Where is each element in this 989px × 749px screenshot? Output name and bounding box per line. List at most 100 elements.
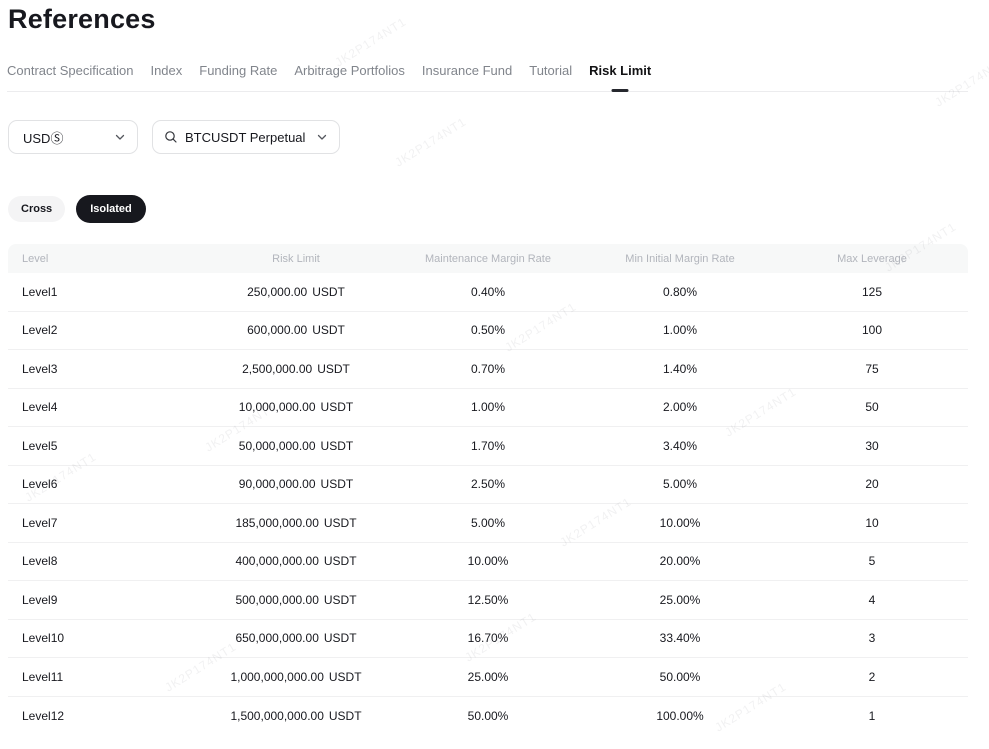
table-row: Level410,000,000.00USDT1.00%2.00%50	[8, 389, 968, 428]
cell-risk-limit: 90,000,000.00USDT	[200, 477, 392, 491]
cell-level: Level5	[8, 439, 200, 453]
risk-limit-table: Level Risk Limit Maintenance Margin Rate…	[8, 244, 968, 735]
cell-max-leverage: 125	[776, 285, 968, 299]
tab-risk-limit[interactable]: Risk Limit	[589, 59, 651, 91]
table-row: Level12 1,500,000,000.00 USDT 50.00%100.00%…	[8, 697, 968, 736]
cell-max-leverage: 5	[776, 554, 968, 568]
risk-limit-currency: USDT	[312, 285, 345, 299]
cell-maintenance-margin-rate: 0.70%	[392, 362, 584, 376]
cell-maintenance-margin-rate: 5.00%	[392, 516, 584, 530]
cell-level: Level7	[8, 516, 200, 530]
cell-level: Level3	[8, 362, 200, 376]
tab-bar: Contract Specification Index Funding Rat…	[7, 59, 968, 92]
cell-risk-limit: 1,000,000,000.00USDT	[200, 670, 392, 684]
cell-min-initial-margin-rate: 20.00%	[584, 554, 776, 568]
tab-index[interactable]: Index	[150, 59, 182, 91]
coin-type-select[interactable]: USDⓈ	[8, 120, 138, 154]
risk-limit-currency: USDT	[329, 709, 362, 723]
table-row: Level7 185,000,000.00 USDT 5.00%10.00%10	[8, 504, 968, 543]
risk-limit-amount: 250,000.00	[247, 285, 307, 299]
cell-max-leverage: 4	[776, 593, 968, 607]
cell-risk-limit: 185,000,000.00 USDT	[200, 516, 392, 530]
cell-maintenance-margin-rate: 50.00%	[392, 709, 584, 723]
risk-limit-amount: 1,500,000,000.00	[230, 709, 323, 723]
risk-limit-currency: USDT	[324, 516, 357, 530]
search-icon	[164, 130, 178, 144]
cell-min-initial-margin-rate: 1.40%	[584, 362, 776, 376]
cell-level: Level11	[8, 670, 200, 684]
cell-risk-limit: 500,000,000.00USDT	[200, 593, 392, 607]
risk-limit-amount: 185,000,000.00	[235, 516, 318, 530]
tab-arbitrage-portfolios[interactable]: Arbitrage Portfolios	[294, 59, 405, 91]
cell-risk-limit: 10,000,000.00 USDT	[200, 400, 392, 414]
cell-level: Level6	[8, 477, 200, 491]
table-row: Level3 2,500,000.00 USDT 0.70%1.40%75	[8, 350, 968, 389]
risk-limit-currency: USDT	[321, 439, 354, 453]
cell-risk-limit: 50,000,000.00 USDT	[200, 439, 392, 453]
cell-min-initial-margin-rate: 0.80%	[584, 285, 776, 299]
risk-limit-currency: USDT	[317, 362, 350, 376]
cell-max-leverage: 3	[776, 631, 968, 645]
risk-limit-currency: USDT	[321, 477, 354, 491]
table-row: Level111,000,000,000.00USDT25.00%50.00%2	[8, 658, 968, 697]
tab-contract-specification[interactable]: Contract Specification	[7, 59, 133, 91]
cell-min-initial-margin-rate: 33.40%	[584, 631, 776, 645]
cell-risk-limit: 250,000.00 USDT	[200, 285, 392, 299]
tab-insurance-fund[interactable]: Insurance Fund	[422, 59, 512, 91]
cell-maintenance-margin-rate: 1.00%	[392, 400, 584, 414]
column-header-risk-limit: Risk Limit	[200, 253, 392, 265]
cell-maintenance-margin-rate: 0.40%	[392, 285, 584, 299]
table-body: Level1250,000.00USDT0.40%0.80%125Level26…	[8, 273, 968, 735]
cell-level: Level4	[8, 400, 200, 414]
table-row: Level8400,000,000.00USDT10.00%20.00%5	[8, 543, 968, 582]
cell-maintenance-margin-rate: 16.70%	[392, 631, 584, 645]
risk-limit-amount: 2,500,000.00	[242, 362, 312, 376]
cell-max-leverage: 2	[776, 670, 968, 684]
cell-min-initial-margin-rate: 10.00%	[584, 516, 776, 530]
chevron-down-icon	[317, 132, 327, 142]
table-row: Level1 250,000.00 USDT 0.40%0.80%125	[8, 273, 968, 312]
column-header-level: Level	[8, 253, 200, 265]
references-page: JK2P174NT1JK2P174NT1JK2P174NT1JK2P174NT1…	[0, 0, 989, 749]
chevron-down-icon	[115, 132, 125, 142]
risk-limit-amount: 600,000.00	[247, 323, 307, 337]
cell-min-initial-margin-rate: 2.00%	[584, 400, 776, 414]
cell-max-leverage: 100	[776, 323, 968, 337]
filter-row: USDⓈ BTCUSDT Perpetual	[8, 120, 989, 154]
cell-min-initial-margin-rate: 25.00%	[584, 593, 776, 607]
cell-level: Level12	[8, 709, 200, 723]
table-row: Level10650,000,000.00USDT16.70%33.40%3	[8, 620, 968, 659]
coin-type-value: USDⓈ	[23, 128, 115, 147]
risk-limit-amount: 400,000,000.00	[235, 554, 318, 568]
cell-maintenance-margin-rate: 2.50%	[392, 477, 584, 491]
cell-max-leverage: 75	[776, 362, 968, 376]
cell-min-initial-margin-rate: 100.00%	[584, 709, 776, 723]
table-row: Level9500,000,000.00USDT12.50%25.00%4	[8, 581, 968, 620]
cell-max-leverage: 30	[776, 439, 968, 453]
risk-limit-amount: 10,000,000.00	[239, 400, 316, 414]
tab-funding-rate[interactable]: Funding Rate	[199, 59, 277, 91]
cell-max-leverage: 1	[776, 709, 968, 723]
cell-level: Level1	[8, 285, 200, 299]
cell-risk-limit: 1,500,000,000.00 USDT	[200, 709, 392, 723]
tab-tutorial[interactable]: Tutorial	[529, 59, 572, 91]
risk-limit-currency: USDT	[321, 400, 354, 414]
isolated-button[interactable]: Isolated	[76, 195, 146, 223]
cell-min-initial-margin-rate: 5.00%	[584, 477, 776, 491]
table-header: Level Risk Limit Maintenance Margin Rate…	[8, 244, 968, 273]
contract-select[interactable]: BTCUSDT Perpetual	[152, 120, 340, 154]
column-header-min-initial-margin-rate: Min Initial Margin Rate	[584, 253, 776, 265]
cell-max-leverage: 10	[776, 516, 968, 530]
cell-level: Level8	[8, 554, 200, 568]
page-title: References	[0, 0, 989, 35]
cell-level: Level10	[8, 631, 200, 645]
cell-min-initial-margin-rate: 50.00%	[584, 670, 776, 684]
risk-limit-amount: 500,000,000.00	[235, 593, 318, 607]
cell-risk-limit: 2,500,000.00 USDT	[200, 362, 392, 376]
risk-limit-currency: USDT	[324, 554, 357, 568]
cross-button[interactable]: Cross	[8, 196, 65, 222]
cell-level: Level2	[8, 323, 200, 337]
cell-max-leverage: 20	[776, 477, 968, 491]
margin-mode-toggle: Cross Isolated	[8, 195, 989, 223]
risk-limit-amount: 50,000,000.00	[239, 439, 316, 453]
